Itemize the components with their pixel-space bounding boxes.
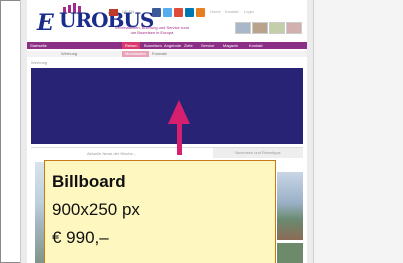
breadcrumb[interactable]: Werbung [31,60,47,65]
subnav-item[interactable]: Werbung [61,51,77,57]
rss-icon[interactable] [196,8,205,17]
nav-item[interactable]: Magazin [223,42,238,49]
header-link-home[interactable]: Home [210,9,221,14]
linkedin-icon[interactable] [185,8,194,17]
callout-size: 900x250 px [52,200,140,219]
main-navigation: Startseite Reisen Busreisen Angebote Zie… [27,42,307,49]
subnav-item[interactable]: Formate [152,51,167,57]
google-plus-icon[interactable] [174,8,183,17]
nav-item[interactable]: Kontakt [249,42,263,49]
arrow-shaft [177,122,182,155]
sidebar-heading: Busreisen und Reisetipps [213,148,303,158]
billboard-callout: Billboard 900x250 px € 990,– [44,160,276,263]
header-thumbnail[interactable] [286,22,302,34]
callout-price: € 990,– [52,228,109,247]
callout-title: Billboard [52,172,126,191]
empty-side-area [313,0,403,263]
subnav-item-active[interactable]: Mediadaten [122,51,149,57]
nav-item[interactable]: Startseite [30,42,47,49]
sidebar-image[interactable] [277,172,303,240]
header-link-login[interactable]: Login [244,9,254,14]
logo-initial: E [37,10,54,36]
nav-item[interactable]: Service [201,42,214,49]
header-thumbnail[interactable] [235,22,251,34]
header-thumbnail[interactable] [269,22,285,34]
header-thumbnail[interactable] [252,22,268,34]
facebook-icon[interactable] [152,8,161,17]
site-tagline: Informationen, Buchung und Service rund … [115,25,189,35]
flag-de-icon[interactable] [109,9,118,16]
arrow-up-icon [168,100,190,124]
sidebar-image-bottom[interactable] [277,243,303,263]
sub-navigation: Werbung Mediadaten Formate [27,51,307,57]
nav-item-active[interactable]: Reisen [122,42,141,49]
nav-item[interactable]: Busreisen [144,42,162,49]
nav-item[interactable]: Angebote [164,42,181,49]
billboard-ad-placeholder [31,68,303,144]
nav-item[interactable]: Ziele [184,42,193,49]
header-link-contact[interactable]: Kontakt [225,9,239,14]
twitter-icon[interactable] [163,8,172,17]
news-section-heading: Aktuelle News der Woche... [87,151,137,156]
language-selector[interactable]: DE EN [122,9,134,14]
